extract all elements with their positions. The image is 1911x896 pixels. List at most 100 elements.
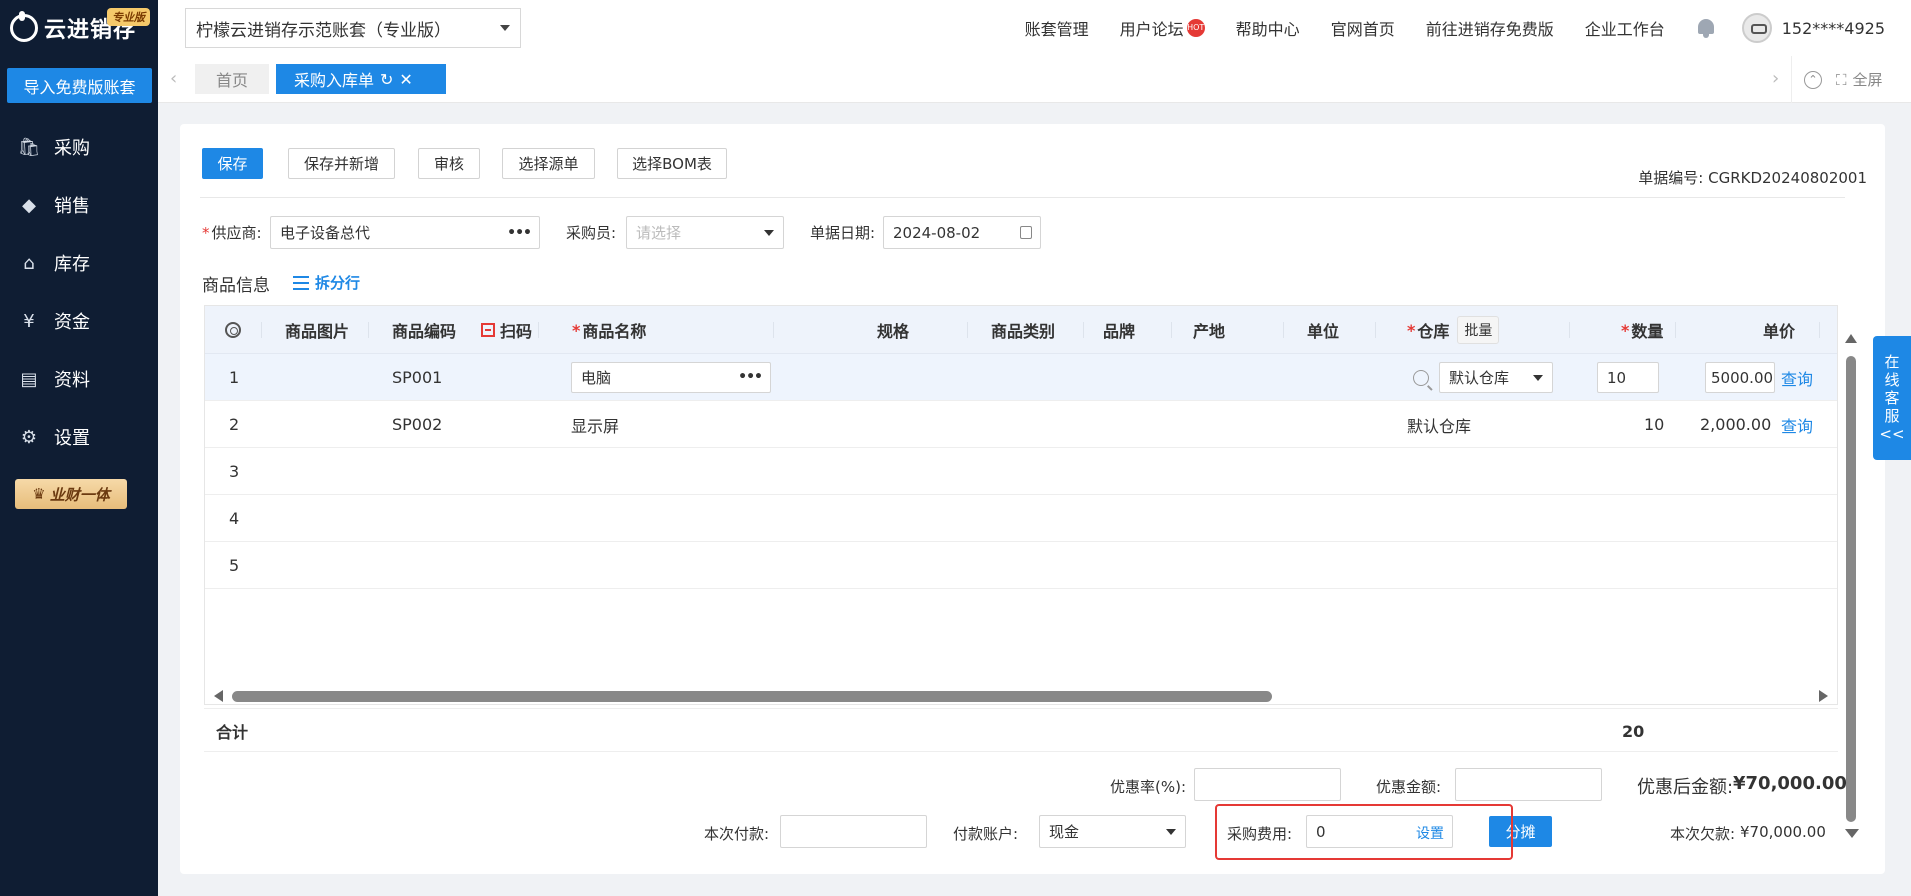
save-and-new-button[interactable]: 保存并新增: [288, 148, 395, 179]
user-forum-link[interactable]: 用户论坛 HOT: [1120, 16, 1205, 40]
search-icon[interactable]: [1413, 354, 1429, 401]
date-label: 单据日期:: [810, 224, 876, 242]
help-center-link[interactable]: 帮助中心: [1236, 16, 1300, 40]
col-unit: 单位: [1307, 322, 1340, 341]
payment-input[interactable]: [780, 815, 927, 848]
collapse-icon[interactable]: ⌃: [1804, 70, 1822, 89]
scroll-thumb[interactable]: [1846, 356, 1856, 822]
qty-input[interactable]: 10: [1597, 362, 1659, 393]
divider: [200, 197, 1845, 198]
chevron-right-icon[interactable]: ›: [1772, 68, 1779, 89]
expand-icon[interactable]: ⛶: [1836, 71, 1847, 89]
close-icon[interactable]: ✕: [399, 70, 412, 89]
top-bar: 柠檬云进销存示范账套（专业版） 账套管理 用户论坛 HOT 帮助中心 官网首页 …: [158, 0, 1911, 56]
sidebar-item-data[interactable]: ▤ 资料: [0, 350, 158, 408]
vertical-scrollbar[interactable]: [1844, 330, 1858, 830]
supplier-input[interactable]: 电子设备总代 •••: [270, 216, 540, 249]
warehouse-select[interactable]: 默认仓库: [1439, 362, 1553, 393]
audit-button[interactable]: 审核: [418, 148, 480, 179]
account-management-link[interactable]: 账套管理: [1025, 16, 1089, 40]
discount-amount-input[interactable]: [1455, 768, 1602, 801]
total-label: 合计: [216, 723, 249, 742]
scroll-left-icon[interactable]: [214, 690, 223, 702]
account-name: 柠檬云进销存示范账套（专业版）: [196, 20, 451, 41]
fullscreen-area: ⌃ ⛶ 全屏: [1791, 56, 1911, 103]
tab-home[interactable]: 首页: [195, 64, 269, 94]
account-selector[interactable]: 柠檬云进销存示范账套（专业版）: [185, 8, 521, 48]
calendar-icon[interactable]: [1020, 226, 1032, 239]
sidebar-item-purchase[interactable]: 🛍 采购: [0, 118, 158, 176]
more-icon[interactable]: •••: [507, 225, 532, 241]
sidebar-item-funds[interactable]: ¥ 资金: [0, 292, 158, 350]
avatar[interactable]: [1741, 13, 1772, 43]
pro-badge: 专业版: [107, 8, 150, 26]
free-version-link[interactable]: 前往进销存免费版: [1426, 16, 1554, 40]
sidebar-item-settings[interactable]: ⚙ 设置: [0, 408, 158, 466]
forum-label: 用户论坛: [1119, 20, 1184, 39]
save-button[interactable]: 保存: [202, 148, 263, 179]
col-code: 商品编码: [392, 322, 457, 341]
row-number: 4: [229, 509, 240, 528]
import-free-account-button[interactable]: 导入免费版账套: [7, 68, 152, 103]
user-phone[interactable]: 152****4925: [1782, 19, 1885, 38]
pay-account-select[interactable]: 现金: [1039, 815, 1186, 848]
date-input[interactable]: 2024-08-02: [883, 216, 1041, 249]
query-link[interactable]: 查询: [1781, 354, 1813, 401]
website-link[interactable]: 官网首页: [1331, 16, 1395, 40]
warehouse-value: 默认仓库: [1449, 369, 1510, 387]
promo-badge[interactable]: ♛ 业财一体: [15, 479, 127, 509]
refresh-icon[interactable]: ↻: [380, 70, 393, 89]
chevron-left-icon[interactable]: ‹: [170, 68, 177, 89]
discount-rate-input[interactable]: [1194, 768, 1341, 801]
more-icon[interactable]: •••: [738, 369, 763, 385]
goods-grid: 商品图片 商品编码 扫码 * 商品名称 规格 商品类别 品牌 产地 单位 * 仓库批…: [204, 305, 1838, 705]
horizontal-scrollbar[interactable]: [204, 687, 1838, 705]
pay-account-label: 付款账户:: [953, 825, 1019, 843]
scroll-thumb[interactable]: [232, 691, 1272, 702]
price-input[interactable]: 5000.00: [1705, 362, 1775, 393]
tab-purchase-receipt[interactable]: 采购入库单 ↻ ✕: [276, 64, 446, 94]
row-number: 2: [229, 415, 240, 434]
column-settings[interactable]: [225, 306, 241, 354]
table-row[interactable]: 5: [205, 542, 1837, 589]
total-qty: 20: [1622, 721, 1645, 741]
date-value: 2024-08-02: [893, 223, 981, 242]
product-name-input[interactable]: 电脑 •••: [571, 362, 771, 393]
table-row[interactable]: 4: [205, 495, 1837, 542]
after-discount-value: ¥70,000.00: [1733, 773, 1847, 794]
logo[interactable]: 云进销存 专业版: [0, 0, 158, 56]
tabs-bar: ‹ 首页 采购入库单 ↻ ✕ › ⌃ ⛶ 全屏: [158, 56, 1911, 103]
scan-button[interactable]: 扫码: [481, 306, 532, 354]
fullscreen-button[interactable]: 全屏: [1853, 69, 1883, 90]
workbench-link[interactable]: 企业工作台: [1585, 16, 1665, 40]
section-title: 商品信息: [202, 276, 270, 296]
supplier-label: * 供应商:: [202, 224, 262, 242]
query-link[interactable]: 查询: [1781, 401, 1813, 448]
sales-icon: ◆: [22, 194, 36, 216]
online-service-button[interactable]: 在 线 客 服 <<: [1873, 336, 1911, 460]
total-row: 合计 20: [204, 708, 1838, 752]
qty-value: 10: [1607, 368, 1627, 387]
highlight-box: [1215, 804, 1513, 860]
scroll-right-icon[interactable]: [1819, 690, 1828, 702]
chat-char: 在: [1884, 353, 1900, 371]
sidebar-item-sales[interactable]: ◆ 销售: [0, 176, 158, 234]
table-row[interactable]: 2 SP002 显示屏 默认仓库 10 2,000.00 查询: [205, 401, 1837, 448]
split-label: 拆分行: [315, 274, 361, 292]
product-code: SP001: [392, 368, 443, 387]
table-row[interactable]: 1 SP001 电脑 ••• 默认仓库 10 5000.00 查询: [205, 354, 1837, 401]
batch-button[interactable]: 批量: [1457, 316, 1500, 344]
col-spec: 规格: [877, 322, 910, 341]
scroll-up-icon[interactable]: [1845, 334, 1857, 343]
table-row[interactable]: 3: [205, 448, 1837, 495]
buyer-select[interactable]: 请选择: [626, 216, 784, 249]
scroll-down-icon[interactable]: [1845, 829, 1859, 838]
sidebar-item-inventory[interactable]: ⌂ 库存: [0, 234, 158, 292]
select-bom-button[interactable]: 选择BOM表: [617, 148, 727, 179]
chevron-down-icon: [500, 25, 510, 31]
select-source-button[interactable]: 选择源单: [502, 148, 595, 179]
gear-icon: [225, 322, 241, 338]
col-price: 单价: [1763, 322, 1796, 341]
split-rows-button[interactable]: 拆分行: [293, 272, 360, 293]
bell-icon[interactable]: [1696, 17, 1716, 39]
